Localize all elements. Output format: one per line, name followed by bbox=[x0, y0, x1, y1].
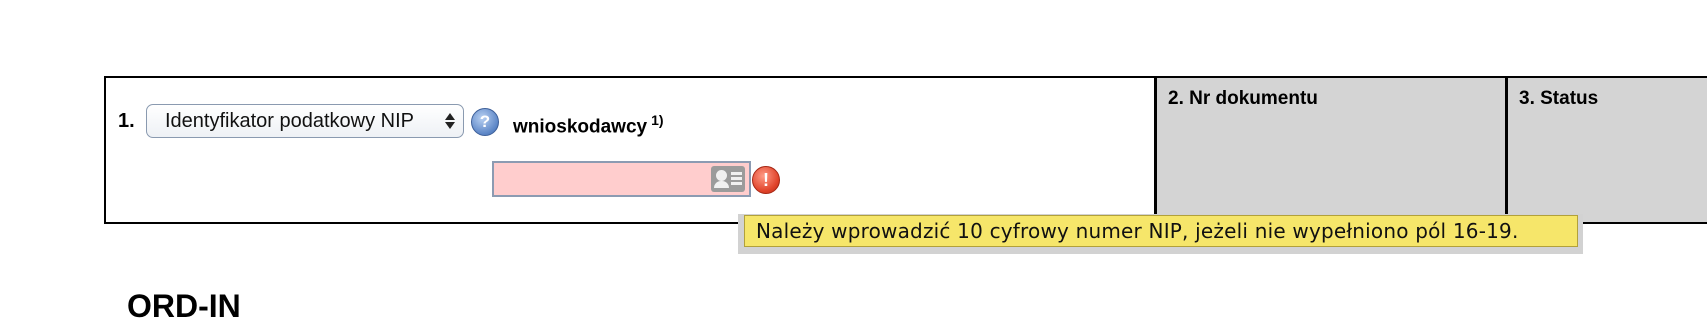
error-icon-glyph: ! bbox=[763, 170, 769, 190]
contact-card-icon[interactable] bbox=[711, 166, 745, 192]
identifier-type-selected-value: Identyfikator podatkowy NIP bbox=[165, 110, 415, 132]
identifier-type-select[interactable]: Identyfikator podatkowy NIP bbox=[146, 104, 464, 138]
validation-tooltip-text: Należy wprowadzić 10 cyfrowy numer NIP, … bbox=[756, 219, 1519, 243]
exclamation-circle-icon: ! bbox=[752, 166, 780, 194]
section-title: ORD-IN bbox=[127, 288, 241, 324]
applicant-label-text: wnioskodawcy bbox=[513, 116, 648, 138]
up-down-arrows-icon bbox=[445, 110, 455, 132]
status-label: 3. Status bbox=[1519, 88, 1599, 109]
question-circle-icon[interactable]: ? bbox=[471, 108, 499, 136]
status-cell: 3. Status bbox=[1505, 78, 1707, 222]
form-header-table: 1. Identyfikator podatkowy NIP ? wniosko… bbox=[104, 76, 1707, 224]
applicant-identifier-cell: 1. Identyfikator podatkowy NIP ? wniosko… bbox=[106, 78, 1154, 222]
help-icon-glyph: ? bbox=[479, 112, 491, 131]
applicant-label: wnioskodawcy 1) bbox=[513, 112, 664, 138]
footnote-marker: 1) bbox=[651, 112, 664, 128]
validation-tooltip: Należy wprowadzić 10 cyfrowy numer NIP, … bbox=[744, 215, 1578, 247]
document-number-cell: 2. Nr dokumentu bbox=[1154, 78, 1505, 222]
document-number-label: 2. Nr dokumentu bbox=[1168, 88, 1318, 109]
field-number: 1. bbox=[118, 110, 135, 132]
